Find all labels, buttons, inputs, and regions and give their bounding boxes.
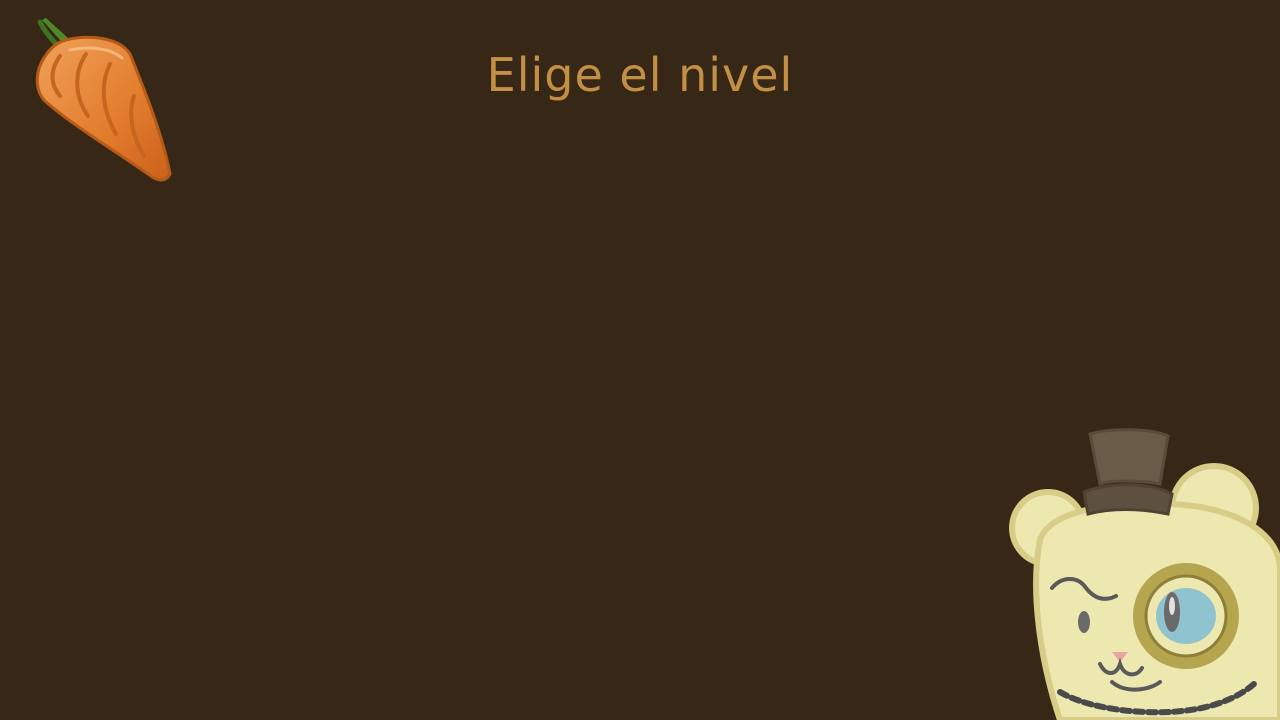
level-select-screen: Elige el nivel <box>0 0 1280 720</box>
page-title: Elige el nivel <box>486 48 794 102</box>
bear-mascot-icon <box>1009 428 1280 720</box>
